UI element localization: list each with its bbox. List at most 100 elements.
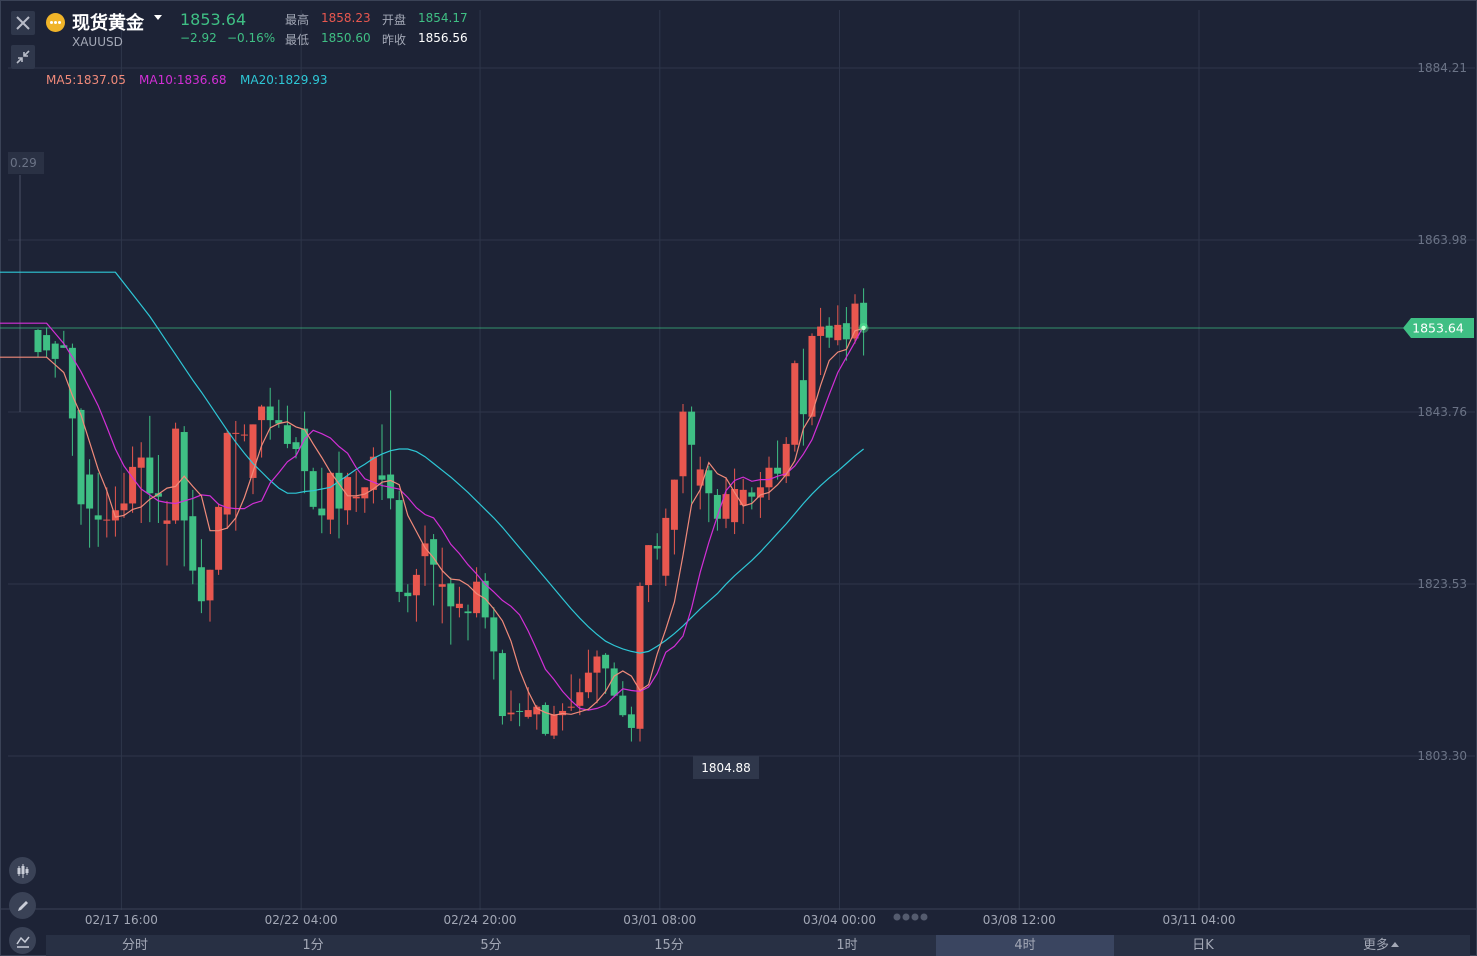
candlestick-chart[interactable]: 1884.21 1863.98 1843.76 1823.53 1803.30 02/17… <box>0 0 1477 956</box>
candle-body <box>395 500 403 592</box>
candle-body <box>705 470 713 494</box>
candle-body <box>172 428 180 521</box>
candle-body <box>335 472 343 509</box>
instrument-symbol: XAUUSD <box>72 35 123 49</box>
candle-body <box>619 695 627 716</box>
current-price-label: 1853.64 <box>1412 320 1464 335</box>
tab-label: 5分 <box>480 938 502 953</box>
candle-body <box>129 466 137 504</box>
tab-0[interactable]: 分时 <box>46 935 224 956</box>
x-tick-label: 03/04 00:00 <box>803 913 876 927</box>
candle-body <box>266 406 274 421</box>
price-change: −2.92 <box>180 31 217 45</box>
candle-body <box>344 477 352 511</box>
candle-body <box>851 303 859 339</box>
draw-tool-button[interactable] <box>9 892 36 919</box>
candle-body <box>206 569 214 601</box>
x-tick-label: 03/01 08:00 <box>623 913 696 927</box>
candle-body <box>576 692 584 706</box>
candle-body <box>103 519 111 521</box>
candle-body <box>51 343 59 359</box>
candle-body <box>94 515 102 520</box>
candle-body <box>455 603 463 609</box>
candles <box>34 288 868 742</box>
x-tick-label: 02/17 16:00 <box>85 913 158 927</box>
candle-body <box>163 520 171 524</box>
candle-body <box>137 457 145 468</box>
candle-body <box>636 585 644 729</box>
line-chart-tool-button[interactable] <box>9 927 36 954</box>
collapse-arrows-icon <box>16 50 30 64</box>
open-label: 开盘 <box>382 13 407 27</box>
tab-label: 4时 <box>1014 938 1036 953</box>
candle-body <box>550 714 558 736</box>
candle-body <box>197 567 205 602</box>
indicator-tool-button[interactable] <box>9 857 36 884</box>
candle-body <box>765 467 773 488</box>
low-label: 最低 <box>285 33 310 47</box>
candle-body <box>593 656 601 673</box>
collapse-button[interactable] <box>11 45 35 69</box>
candle-body <box>369 456 377 490</box>
x-tick-label: 03/08 12:00 <box>983 913 1056 927</box>
line-chart-icon <box>15 936 30 948</box>
candle-body <box>602 654 610 669</box>
prev-close-value: 1856.56 <box>418 31 468 45</box>
candle-body <box>378 475 386 480</box>
candle-body <box>825 325 833 338</box>
ma20-indicator: MA20:1829.93 <box>240 73 328 87</box>
tab-label: 更多 <box>1362 938 1389 953</box>
candle-body <box>43 335 51 351</box>
tab-5[interactable]: 4时 <box>936 935 1114 956</box>
candle-body <box>774 467 782 474</box>
instrument-dropdown-icon[interactable] <box>154 15 162 20</box>
y-tick-label: 1843.76 <box>1417 405 1467 419</box>
scroll-dot <box>893 913 901 921</box>
left-fragment-label: 0.29 <box>10 156 37 170</box>
candle-body <box>584 672 592 693</box>
candle-body <box>731 488 739 523</box>
candle-body <box>283 425 291 444</box>
candle-body <box>352 496 360 499</box>
pencil-icon <box>17 900 28 911</box>
tab-3[interactable]: 15分 <box>580 935 758 956</box>
tab-6[interactable]: 日K <box>1114 935 1292 956</box>
candle-body <box>258 406 266 421</box>
ma5-indicator: MA5:1837.05 <box>46 73 126 87</box>
tab-1[interactable]: 1分 <box>224 935 402 956</box>
candle-body <box>223 432 231 515</box>
candle-body <box>791 363 799 445</box>
prev-close-label: 昨收 <box>382 33 407 47</box>
high-label: 最高 <box>285 13 310 27</box>
tab-4[interactable]: 1时 <box>758 935 936 956</box>
tab-2[interactable]: 5分 <box>402 935 580 956</box>
candle-body <box>645 545 653 586</box>
period-tab-bar: 分时 1分 5分 15分 1时 4时 日K 更多 <box>46 935 1470 956</box>
candle-body <box>215 506 223 570</box>
candle-body <box>404 592 412 597</box>
candle-body <box>464 611 472 614</box>
candle-body <box>68 347 76 419</box>
close-button[interactable] <box>11 11 35 35</box>
candle-body <box>627 714 635 728</box>
scroll-dot <box>920 913 928 921</box>
candle-body <box>326 472 334 520</box>
candle-body <box>610 668 618 696</box>
low-annotation-label: 1804.88 <box>701 761 751 775</box>
candle-body <box>524 710 532 717</box>
candle-body <box>662 517 670 576</box>
candle-body <box>318 508 326 516</box>
x-tick-label: 02/24 20:00 <box>444 913 517 927</box>
instrument-name[interactable]: 现货黄金 <box>72 9 144 35</box>
tab-label: 日K <box>1192 938 1214 953</box>
candle-body <box>834 324 842 341</box>
candles-icon <box>17 863 28 878</box>
candle-body <box>34 329 42 353</box>
y-tick-label: 1884.21 <box>1417 61 1467 75</box>
candle-body <box>490 617 498 652</box>
tab-7[interactable]: 更多 <box>1292 935 1470 956</box>
price-change-percent: −0.16% <box>227 31 276 45</box>
candle-body <box>507 712 515 715</box>
candle-body <box>799 380 807 415</box>
tab-label: 1时 <box>836 938 858 953</box>
